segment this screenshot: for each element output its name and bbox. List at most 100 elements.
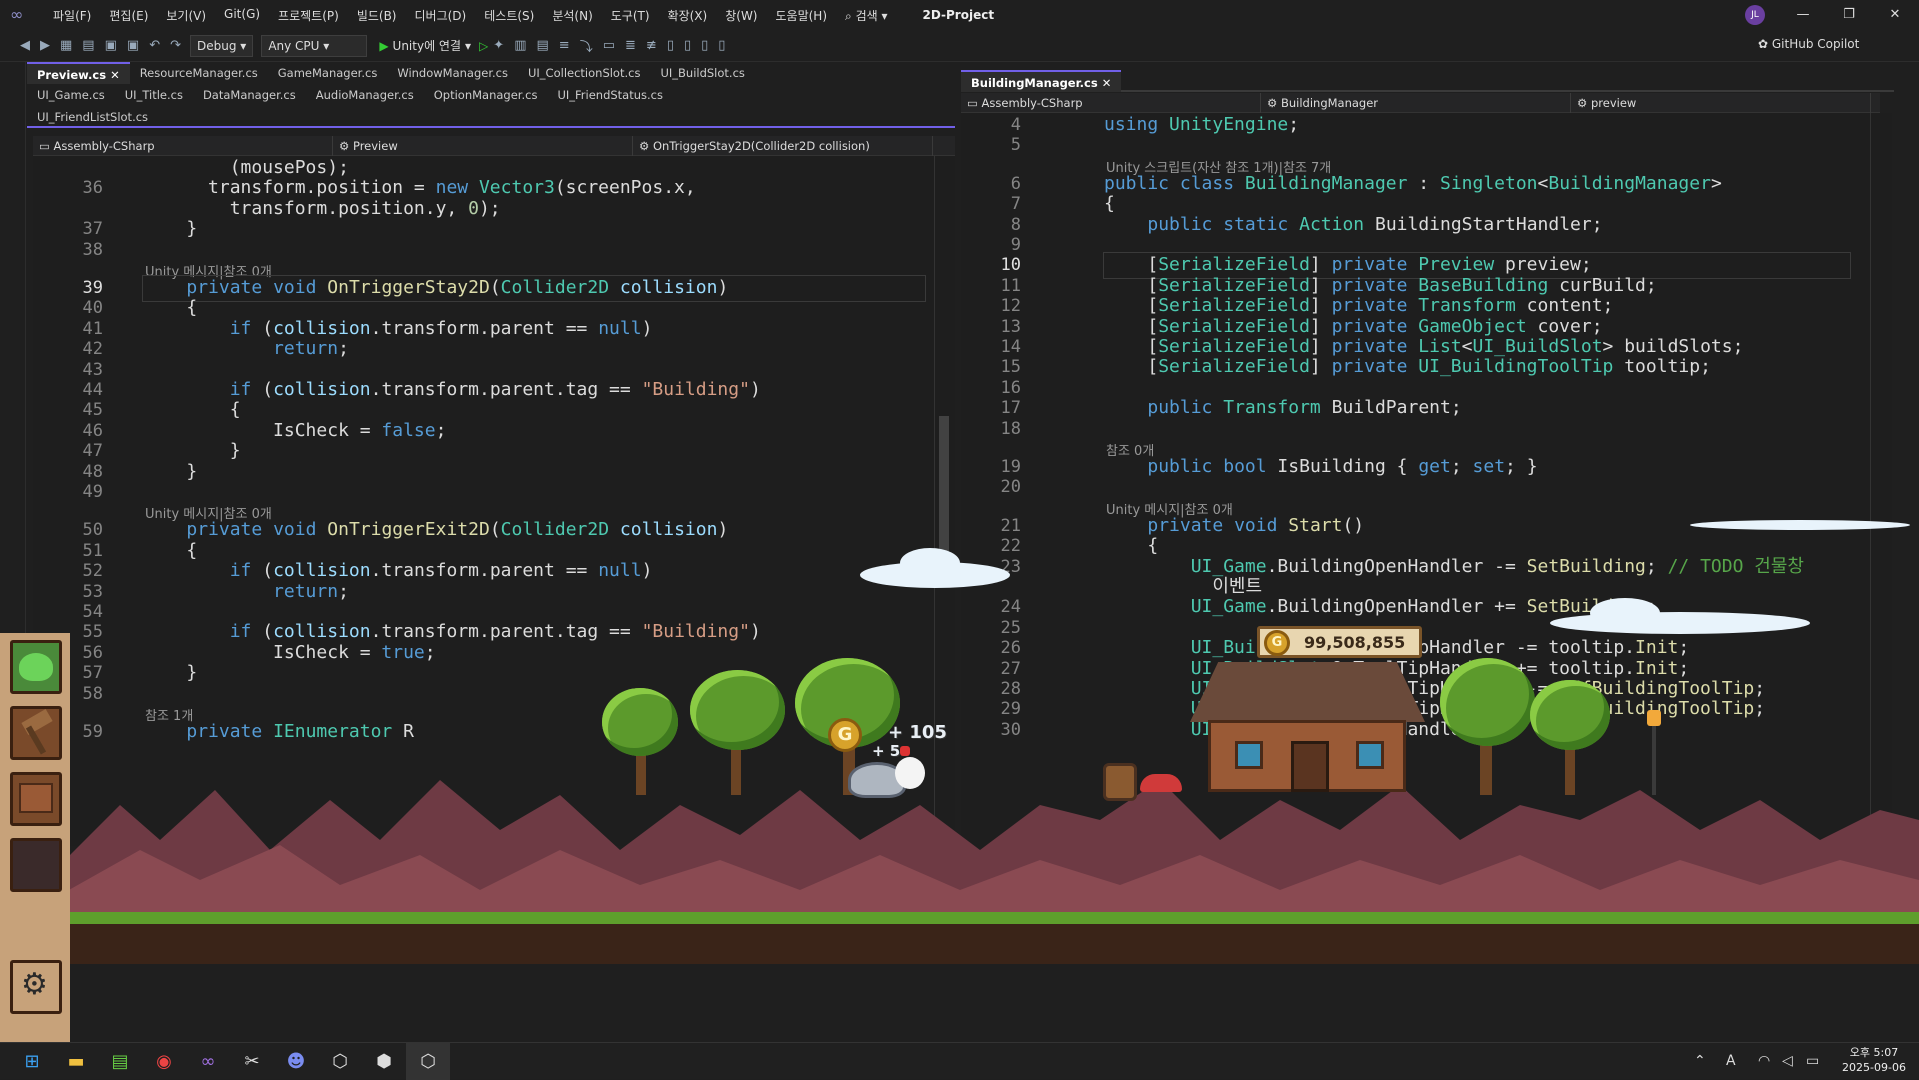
uncomment-icon[interactable]: ≢ (646, 38, 657, 53)
code-line[interactable]: private void OnTriggerExit2D(Collider2D … (143, 518, 728, 543)
forward-icon[interactable]: ▶ (40, 38, 50, 53)
snipping-tool-icon[interactable]: ✂ (230, 1043, 274, 1080)
tab-file[interactable]: UI_BuildSlot.cs (650, 62, 754, 84)
right-class-dropdown[interactable]: ⚙ BuildingManager (1261, 92, 1571, 113)
left-code-editor[interactable]: (mousePos); 36 transform.position = new V… (33, 156, 955, 846)
code-line[interactable]: private void OnTriggerStay2D(Collider2D … (142, 275, 926, 302)
restore-icon[interactable]: ❐ (1826, 0, 1872, 30)
inventory-button[interactable] (10, 838, 62, 892)
left-scrollbar[interactable] (934, 156, 954, 846)
tab-file[interactable]: UI_FriendStatus.cs (547, 84, 673, 106)
battery-icon[interactable]: ▭ (1806, 1043, 1819, 1080)
menu-item[interactable]: 보기(V) (157, 7, 215, 24)
bookmark-next-icon[interactable]: ▯ (701, 38, 708, 53)
visual-studio-icon[interactable]: ∞ (186, 1043, 230, 1080)
search-button[interactable]: ⌕ 검색 ▾ (836, 7, 896, 24)
bookmark-clear-icon[interactable]: ▯ (718, 38, 725, 53)
code-line[interactable]: UI_Game.BuildingOpenHandler += SetBuildi… (1104, 595, 1657, 620)
menu-item[interactable]: Git(G) (215, 7, 269, 24)
close-tab-icon[interactable]: ✕ (106, 68, 120, 82)
tab-buildingmanager[interactable]: BuildingManager.cs ✕ (961, 70, 1122, 92)
unity-editor-icon[interactable]: ⬡ (406, 1042, 450, 1080)
run-button[interactable]: Unity에 연결 (393, 37, 461, 54)
step-icon[interactable]: ⤵ (580, 36, 593, 55)
right-project-dropdown[interactable]: ▭ Assembly-CSharp (961, 92, 1261, 113)
code-line[interactable]: return; (143, 337, 349, 362)
code-line[interactable]: [SerializeField] private UI_BuildingTool… (1104, 355, 1711, 380)
class-dropdown[interactable]: ⚙ Preview (333, 135, 633, 156)
layout-icon[interactable]: ▤ (536, 38, 548, 53)
menu-item[interactable]: 디버그(D) (406, 7, 476, 24)
code-line[interactable]: private IEnumerator R (143, 720, 414, 745)
chrome-icon[interactable]: ◉ (142, 1043, 186, 1080)
menu-item[interactable]: 편집(E) (100, 7, 157, 24)
discord-icon[interactable]: ☻ (274, 1043, 318, 1080)
menu-item[interactable]: 창(W) (716, 7, 766, 24)
tray-overflow-icon[interactable]: ⌃ (1694, 1043, 1706, 1080)
config-dropdown[interactable]: Debug ▾ (190, 34, 254, 57)
code-line[interactable]: public class BuildingManager : Singleton… (1104, 172, 1722, 197)
browser-icon[interactable]: ▥ (514, 38, 526, 53)
tab-file[interactable]: UI_FriendListSlot.cs (27, 106, 158, 128)
wifi-icon[interactable]: ◠ (1758, 1043, 1770, 1080)
right-scrollbar[interactable] (1870, 113, 1892, 853)
tab-file[interactable]: UI_CollectionSlot.cs (518, 62, 650, 84)
copilot-button[interactable]: ✿ GitHub Copilot (1758, 37, 1859, 51)
tab-file[interactable]: UI_Game.cs (27, 84, 115, 106)
code-line[interactable]: public static Action BuildingStartHandle… (1104, 213, 1602, 238)
tab-file[interactable]: UI_Title.cs (115, 84, 193, 106)
member-dropdown[interactable]: ⚙ OnTriggerStay2D(Collider2D collision) (633, 135, 933, 156)
code-line[interactable]: UI_BuildSlot.OnModeHandler -= (1104, 718, 1516, 743)
platform-dropdown[interactable]: Any CPU ▾ (261, 34, 368, 57)
tab-file[interactable]: DataManager.cs (193, 84, 306, 106)
comment-icon[interactable]: ≣ (625, 38, 636, 53)
slime-button[interactable] (10, 640, 62, 694)
code-line[interactable]: public bool IsBuilding { get; set; } (1104, 455, 1537, 480)
code-line[interactable]: public Transform BuildParent; (1104, 396, 1461, 421)
bookmark-prev-icon[interactable]: ▯ (684, 38, 691, 53)
save-icon[interactable]: ▣ (105, 38, 117, 53)
start-without-debug-icon[interactable]: ▷ (479, 39, 488, 53)
taskbar-clock[interactable]: 오후 5:07 2025-09-06 (1836, 1045, 1912, 1075)
run-dropdown-icon[interactable]: ▾ (465, 39, 471, 53)
notepad-icon[interactable]: ▤ (98, 1043, 142, 1080)
volume-icon[interactable]: ◁ (1782, 1043, 1793, 1080)
ime-indicator[interactable]: A (1726, 1043, 1736, 1080)
tab-file[interactable]: WindowManager.cs (387, 62, 518, 84)
new-item-icon[interactable]: ▦ (60, 38, 72, 53)
close-icon[interactable]: ✕ (1872, 0, 1918, 30)
menu-item[interactable]: 분석(N) (543, 7, 601, 24)
menu-item[interactable]: 도움말(H) (767, 7, 837, 24)
settings-button[interactable]: ⚙ (10, 960, 62, 1014)
windows-start-icon[interactable]: ⊞ (10, 1043, 54, 1080)
unity-hub-icon[interactable]: ⬡ (318, 1043, 362, 1080)
project-dropdown[interactable]: ▭ Assembly-CSharp (33, 135, 333, 156)
menu-item[interactable]: 프로젝트(P) (269, 7, 348, 24)
menu-item[interactable]: 파일(F) (44, 7, 100, 24)
house-shop-button[interactable] (10, 772, 62, 826)
tab-file[interactable]: GameManager.cs (268, 62, 388, 84)
right-code-editor[interactable]: 4 using UnityEngine; 5 Unity 스크립트(자산 참조 1개)… (961, 113, 1880, 853)
redo-icon[interactable]: ↷ (170, 38, 181, 53)
tab-file[interactable]: Preview.cs ✕ (27, 62, 130, 84)
save-all-icon[interactable]: ▣ (127, 38, 139, 53)
build-hammer-button[interactable] (10, 706, 62, 760)
open-folder-icon[interactable]: ▤ (82, 38, 94, 53)
undo-icon[interactable]: ↶ (149, 38, 160, 53)
menu-item[interactable]: 도구(T) (602, 7, 659, 24)
code-line[interactable]: } (143, 217, 197, 242)
hot-reload-icon[interactable]: ✦ (493, 38, 504, 53)
tab-file[interactable]: AudioManager.cs (306, 84, 424, 106)
menu-item[interactable]: 빌드(B) (348, 7, 406, 24)
left-scrollbar-thumb[interactable] (939, 416, 949, 586)
minimize-icon[interactable]: — (1780, 0, 1826, 30)
menu-item[interactable]: 확장(X) (659, 7, 717, 24)
play-icon[interactable]: ▶ (379, 39, 388, 53)
right-member-dropdown[interactable]: ⚙ preview (1571, 92, 1871, 113)
window-icon[interactable]: ▭ (603, 38, 615, 53)
code-line[interactable]: return; (143, 580, 349, 605)
code-line[interactable]: } (143, 661, 197, 686)
code-line[interactable]: } (143, 460, 197, 485)
tab-file[interactable]: OptionManager.cs (424, 84, 548, 106)
back-icon[interactable]: ◀ (20, 38, 30, 53)
